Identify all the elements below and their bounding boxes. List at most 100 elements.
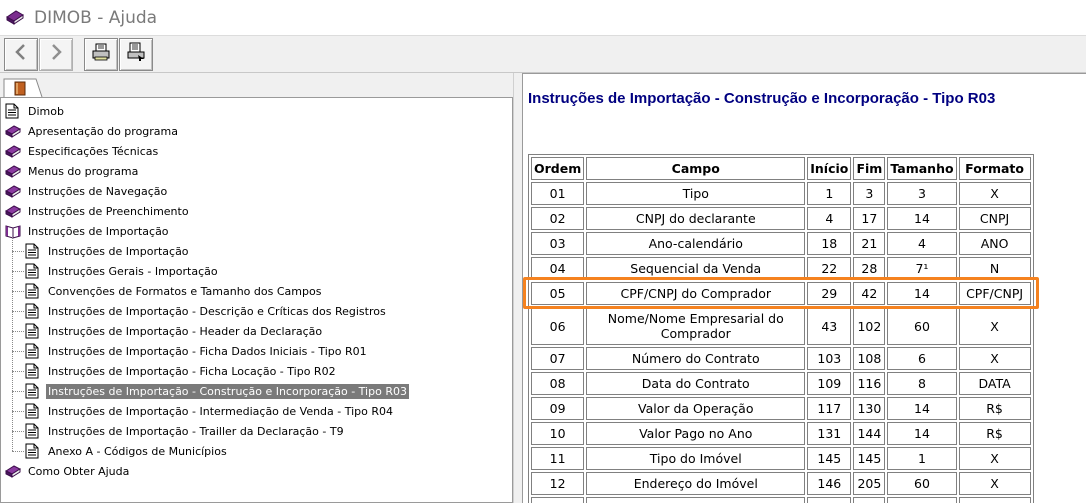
tree-item-label: Instruções de Importação - Construção e … xyxy=(46,383,409,399)
book-icon xyxy=(4,183,22,199)
print-button[interactable] xyxy=(84,38,118,71)
page-icon xyxy=(25,383,41,399)
table-cell: Número do Contrato xyxy=(586,347,806,370)
tree-connector xyxy=(12,451,24,452)
contents-tree: Dimob Apresentação do programa Especificaç… xyxy=(0,97,513,503)
tree-item[interactable]: Instruções de Importação - Ficha Dados I… xyxy=(25,341,369,361)
table-cell: 14 xyxy=(887,207,957,230)
table-cell: 1 xyxy=(807,182,852,205)
page-icon xyxy=(25,263,41,279)
table-cell: 09 xyxy=(531,397,585,420)
book-app-icon xyxy=(5,9,25,30)
tree-connector xyxy=(12,237,13,451)
tree-connector xyxy=(12,371,24,372)
tree-item[interactable]: Instruções de Importação - Ficha Locação… xyxy=(25,361,338,381)
tree-item[interactable]: Dimob xyxy=(5,101,66,121)
highlight-box xyxy=(523,277,1039,309)
table-row: 12 Endereço do Imóvel 146 205 60 X xyxy=(531,472,1031,495)
page-icon xyxy=(5,103,21,119)
tree-item[interactable]: Instruções de Importação xyxy=(25,241,191,261)
table-cell: 60 xyxy=(887,472,957,495)
book-icon xyxy=(4,163,22,179)
tree-item[interactable]: Instruções de Importação - Descrição e C… xyxy=(25,301,388,321)
forward-button[interactable] xyxy=(39,38,73,71)
tree-item[interactable]: Menus do programa xyxy=(4,161,140,181)
table-cell: 117 xyxy=(807,397,852,420)
tree-item-label: Anexo A - Códigos de Municípios xyxy=(48,444,227,458)
table-cell: 08 xyxy=(531,372,585,395)
tree-connector xyxy=(12,251,24,252)
page-icon xyxy=(25,303,41,319)
title-bar: DIMOB - Ajuda xyxy=(0,0,1086,35)
table-cell: Nome/Nome Empresarial do Comprador xyxy=(586,307,806,345)
column-header: Fim xyxy=(853,157,886,180)
tree-item-label: Instruções Gerais - Importação xyxy=(48,264,218,278)
table-cell: 145 xyxy=(807,447,852,470)
window-title: DIMOB - Ajuda xyxy=(34,8,158,28)
tree-item[interactable]: Especificações Técnicas xyxy=(4,141,160,161)
table-cell: 10 xyxy=(531,422,585,445)
page-icon xyxy=(25,283,41,299)
table-row: 06 Nome/Nome Empresarial do Comprador 43 10… xyxy=(531,307,1031,345)
tree-item[interactable]: Convenções de Formatos e Tamanho dos Cam… xyxy=(25,281,323,301)
table-cell: 3 xyxy=(887,182,957,205)
table-cell: 02 xyxy=(531,207,585,230)
tree-connector xyxy=(12,431,24,432)
table-cell: 103 xyxy=(807,347,852,370)
table-cell: X xyxy=(958,347,1031,370)
table-cell: 102 xyxy=(853,307,886,345)
tree-item-label: Instruções de Importação - Trailler da D… xyxy=(48,424,344,438)
page-icon xyxy=(25,443,41,459)
tree-item[interactable]: Instruções de Importação - Construção e … xyxy=(25,381,409,401)
table-cell: 144 xyxy=(853,422,886,445)
tree-item[interactable]: Apresentação do programa xyxy=(4,121,180,141)
column-header: Campo xyxy=(586,157,806,180)
print-preview-button[interactable] xyxy=(119,38,153,71)
table-cell: 109 xyxy=(807,372,852,395)
tree-item[interactable]: Instruções de Importação - Trailler da D… xyxy=(25,421,346,441)
table-cell: Data do Contrato xyxy=(586,372,806,395)
tree-item-label: Instruções de Importação - Descrição e C… xyxy=(48,304,386,318)
tree-item[interactable]: Como Obter Ajuda xyxy=(4,461,131,481)
tree-item[interactable]: Instruções de Importação - Intermediação… xyxy=(25,401,395,421)
table-cell: Tipo xyxy=(586,182,806,205)
table-cell: 8 xyxy=(887,372,957,395)
column-header: Tamanho xyxy=(887,157,957,180)
table-row: 03 Ano-calendário 18 21 4 ANO xyxy=(531,232,1031,255)
table-cell: 4 xyxy=(807,207,852,230)
tree-item-label: Instruções de Importação - Intermediação… xyxy=(48,404,394,418)
table-row: 02 CNPJ do declarante 4 17 14 CNPJ xyxy=(531,207,1031,230)
tree-item-label: Instruções de Importação xyxy=(48,244,189,258)
tree-item[interactable]: Instruções de Navegação xyxy=(4,181,169,201)
arrow-left-icon xyxy=(13,43,29,66)
table-cell: 108 xyxy=(853,347,886,370)
table-cell: 4 xyxy=(887,232,957,255)
book-icon xyxy=(4,123,22,139)
tree-item-label: Instruções de Navegação xyxy=(28,184,168,198)
tree-item[interactable]: Instruções Gerais - Importação xyxy=(25,261,220,281)
table-cell: 1 xyxy=(887,447,957,470)
pane-splitter[interactable] xyxy=(513,73,523,503)
tree-item[interactable]: Instruções de Importação xyxy=(5,221,171,241)
tree-item[interactable]: Instruções de Preenchimento xyxy=(4,201,191,221)
table-row: 13CEP2062138N xyxy=(531,497,1031,503)
tree-item-label: Convenções de Formatos e Tamanho dos Cam… xyxy=(48,284,322,298)
table-cell: 01 xyxy=(531,182,585,205)
layout-table: Ordem Campo Início Fim Tamanho Formato 01 Tipo… xyxy=(528,154,1034,503)
tree-item-label: Instruções de Importação - Header da Dec… xyxy=(48,324,323,338)
page-icon xyxy=(25,423,41,439)
table-row: 11 Tipo do Imóvel 145 145 1 X xyxy=(531,447,1031,470)
tree-item-label: Instruções de Importação - Ficha Locação… xyxy=(48,364,336,378)
table-cell: R$ xyxy=(958,422,1031,445)
table-cell: R$ xyxy=(958,397,1031,420)
table-row: 07 Número do Contrato 103 108 6 X xyxy=(531,347,1031,370)
tree-connector xyxy=(12,391,24,392)
back-button[interactable] xyxy=(4,38,38,71)
table-cell: 17 xyxy=(853,207,886,230)
tree-item[interactable]: Instruções de Importação - Header da Dec… xyxy=(25,321,324,341)
column-header: Formato xyxy=(958,157,1031,180)
tree-item[interactable]: Anexo A - Códigos de Municípios xyxy=(25,441,229,461)
table-cell: 14 xyxy=(887,422,957,445)
column-header: Ordem xyxy=(531,157,585,180)
table-cell: CEP xyxy=(586,497,806,503)
